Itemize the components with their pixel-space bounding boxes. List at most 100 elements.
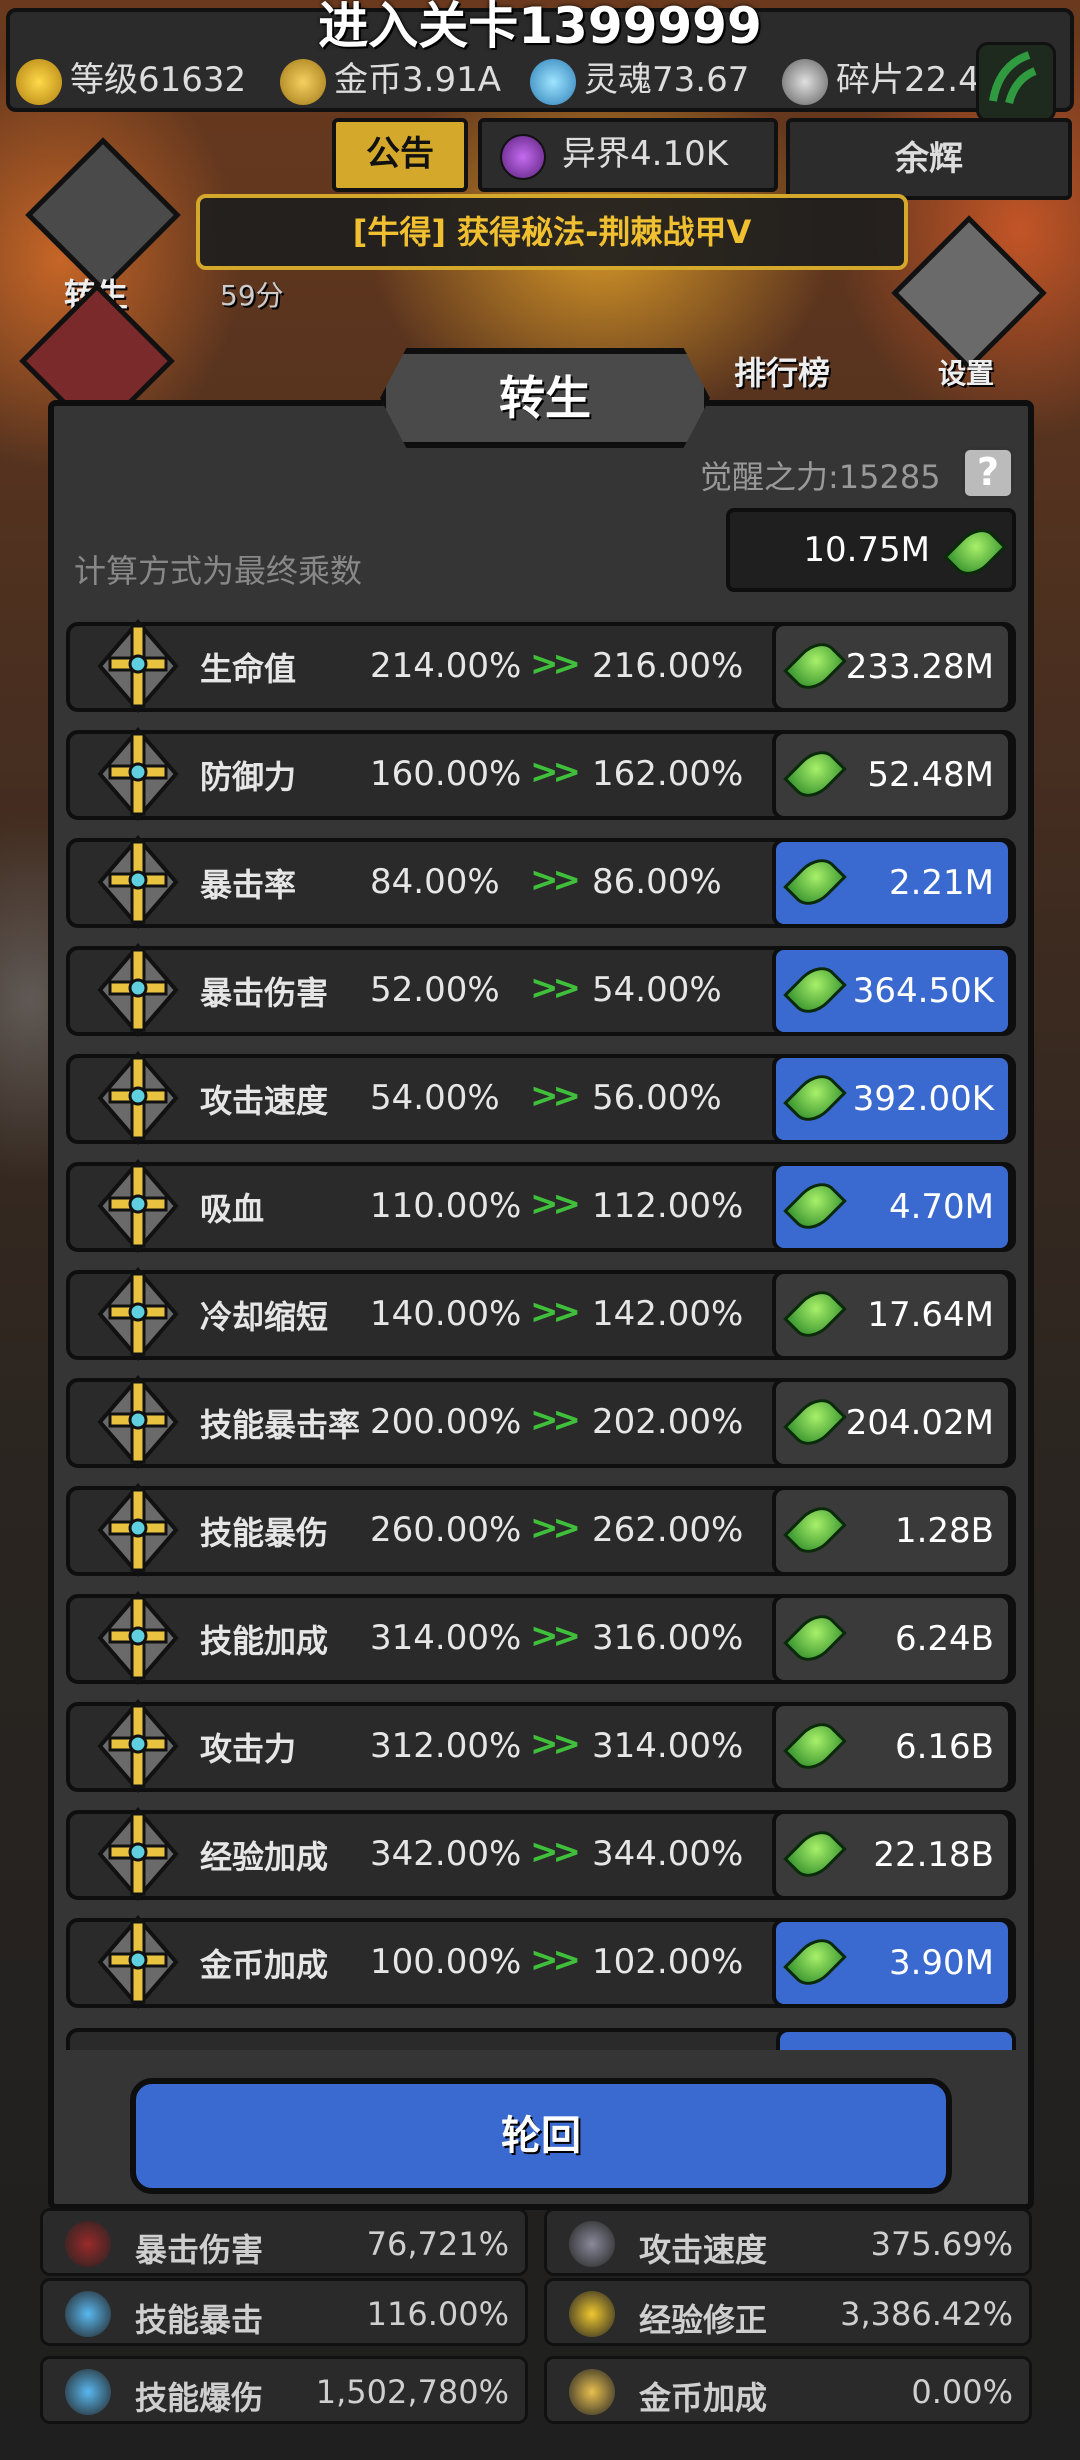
upgrade-arrow: >> xyxy=(530,1940,581,1980)
level-resource: 等级61632 xyxy=(16,52,246,105)
green-leaf-icon xyxy=(783,1282,847,1346)
upgrade-cost: 204.02M xyxy=(845,1403,994,1443)
upgrade-row: 冷却缩短 140.00% >> 142.00% 17.64M xyxy=(66,1266,1016,1362)
upgrade-cost-button[interactable]: 17.64M xyxy=(772,1270,1012,1360)
golden-cross-icon xyxy=(97,618,179,714)
golden-cross-icon xyxy=(97,1266,179,1362)
golden-cross-icon xyxy=(97,1590,179,1686)
upgrade-cost-button[interactable]: 4.70M xyxy=(772,1162,1012,1252)
upgrade-name: 技能加成 xyxy=(200,1622,329,1660)
next-value: 216.00% xyxy=(592,646,744,686)
green-leaf-icon xyxy=(783,1390,847,1454)
stat-value: 375.69% xyxy=(870,2225,1013,2263)
upgrade-row: 暴击率 84.00% >> 86.00% 2.21M xyxy=(66,834,1016,930)
soul-resource: 灵魂73.67 xyxy=(530,52,749,105)
upgrade-cost-button[interactable]: 233.28M xyxy=(772,622,1012,712)
current-value: 342.00% xyxy=(370,1834,522,1874)
current-value: 52.00% xyxy=(370,970,500,1010)
stage-title: 进入关卡1399999 xyxy=(318,0,762,55)
stat-name: 暴击伤害 xyxy=(135,2231,264,2269)
upgrade-cost-button[interactable]: 6.16B xyxy=(772,1702,1012,1792)
upgrade-arrow: >> xyxy=(530,1616,581,1656)
tab-afterglow[interactable]: 余辉 xyxy=(786,118,1072,200)
upgrade-cost-button[interactable]: 2.21M xyxy=(772,838,1012,928)
golden-cross-icon xyxy=(97,1806,179,1902)
reincarnate-button[interactable]: 轮回 xyxy=(130,2078,952,2194)
stat-item: 经验修正 3,386.42% xyxy=(544,2278,1032,2346)
green-leaf-icon xyxy=(783,850,847,914)
gold-coin-icon xyxy=(280,58,326,105)
swords-icon xyxy=(569,2221,615,2267)
upgrade-row: 经验加成 342.00% >> 344.00% 22.18B xyxy=(66,1806,1016,1902)
stat-value: 0.00% xyxy=(911,2373,1013,2411)
upgrade-row: 吸血 110.00% >> 112.00% 4.70M xyxy=(66,1158,1016,1254)
stat-item: 技能暴击 116.00% xyxy=(40,2278,528,2346)
upgrade-row: 生命值 214.00% >> 216.00% 233.28M xyxy=(66,618,1016,714)
next-value: 54.00% xyxy=(592,970,722,1010)
upgrade-cost: 1.28B xyxy=(894,1511,994,1551)
ranking-label[interactable]: 排行榜 xyxy=(734,348,830,394)
tab-otherworld[interactable]: 异界4.10K xyxy=(478,118,778,192)
golden-cross-icon xyxy=(97,834,179,930)
upgrade-row: 攻击速度 54.00% >> 56.00% 392.00K xyxy=(66,1050,1016,1146)
upgrade-name: 吸血 xyxy=(200,1190,265,1228)
upgrade-cost-button[interactable]: 364.50K xyxy=(772,946,1012,1036)
next-value: 112.00% xyxy=(592,1186,744,1226)
green-leaf-icon xyxy=(783,1930,847,1994)
next-value: 86.00% xyxy=(592,862,722,902)
crown-icon xyxy=(16,58,62,105)
upgrade-arrow: >> xyxy=(530,1832,581,1872)
upgrade-cost-button[interactable]: 6.24B xyxy=(772,1594,1012,1684)
settings-label[interactable]: 设置 xyxy=(938,352,994,392)
upgrade-cost-button[interactable]: 204.02M xyxy=(772,1378,1012,1468)
golden-cross-icon xyxy=(97,1374,179,1470)
stat-item: 技能爆伤 1,502,780% xyxy=(40,2356,528,2424)
stat-item: 攻击速度 375.69% xyxy=(544,2208,1032,2276)
help-button[interactable]: ? xyxy=(962,447,1014,499)
upgrade-cost: 3.90M xyxy=(888,1943,994,1983)
current-value: 314.00% xyxy=(370,1618,522,1658)
upgrade-row: 暴击伤害 52.00% >> 54.00% 364.50K xyxy=(66,942,1016,1038)
green-leaf-icon xyxy=(783,1822,847,1886)
current-value: 140.00% xyxy=(370,1294,522,1334)
upgrade-row: 金币加成 100.00% >> 102.00% 3.90M xyxy=(66,1914,1016,2010)
green-leaf-icon xyxy=(783,1498,847,1562)
green-leaf-icon xyxy=(783,634,847,698)
upgrade-name: 暴击伤害 xyxy=(200,974,329,1012)
current-value: 312.00% xyxy=(370,1726,522,1766)
upgrade-name: 暴击率 xyxy=(200,866,297,904)
upgrade-row: 攻击力 312.00% >> 314.00% 6.16B xyxy=(66,1698,1016,1794)
next-value: 102.00% xyxy=(592,1942,744,1982)
upgrade-cost-button[interactable]: 52.48M xyxy=(772,730,1012,820)
next-value: 314.00% xyxy=(592,1726,744,1766)
gold-coin-icon xyxy=(569,2369,615,2415)
upgrade-cost-button[interactable]: 22.18B xyxy=(772,1810,1012,1900)
current-value: 200.00% xyxy=(370,1402,522,1442)
next-value: 316.00% xyxy=(592,1618,744,1658)
golden-cross-icon xyxy=(97,726,179,822)
stat-name: 技能暴击 xyxy=(135,2301,264,2339)
green-leaf-icon xyxy=(783,1174,847,1238)
upgrade-arrow: >> xyxy=(530,1508,581,1548)
current-value: 54.00% xyxy=(370,1078,500,1118)
next-value: 344.00% xyxy=(592,1834,744,1874)
upgrade-name: 经验加成 xyxy=(200,1838,329,1876)
next-value: 202.00% xyxy=(592,1402,744,1442)
upgrade-cost: 6.24B xyxy=(894,1619,994,1659)
green-leaf-icon xyxy=(783,1606,847,1670)
upgrade-cost-button[interactable]: 392.00K xyxy=(772,1054,1012,1144)
stat-value: 3,386.42% xyxy=(840,2295,1013,2333)
crit-damage-icon xyxy=(65,2221,111,2267)
currency-display: 10.75M xyxy=(726,508,1016,592)
blue-flame-icon xyxy=(65,2291,111,2337)
upgrade-arrow: >> xyxy=(530,860,581,900)
current-value: 84.00% xyxy=(370,862,500,902)
panel-title: 转生 xyxy=(499,371,591,425)
upgrade-cost-button[interactable]: 3.90M xyxy=(772,1918,1012,2008)
upgrade-name: 冷却缩短 xyxy=(200,1298,329,1336)
upgrade-row: 技能加成 314.00% >> 316.00% 6.24B xyxy=(66,1590,1016,1686)
upgrade-cost-button[interactable]: 1.28B xyxy=(772,1486,1012,1576)
tab-notice[interactable]: 公告 xyxy=(332,118,468,192)
upgrade-name: 技能暴击率 xyxy=(200,1406,361,1444)
upgrade-arrow: >> xyxy=(530,1292,581,1332)
